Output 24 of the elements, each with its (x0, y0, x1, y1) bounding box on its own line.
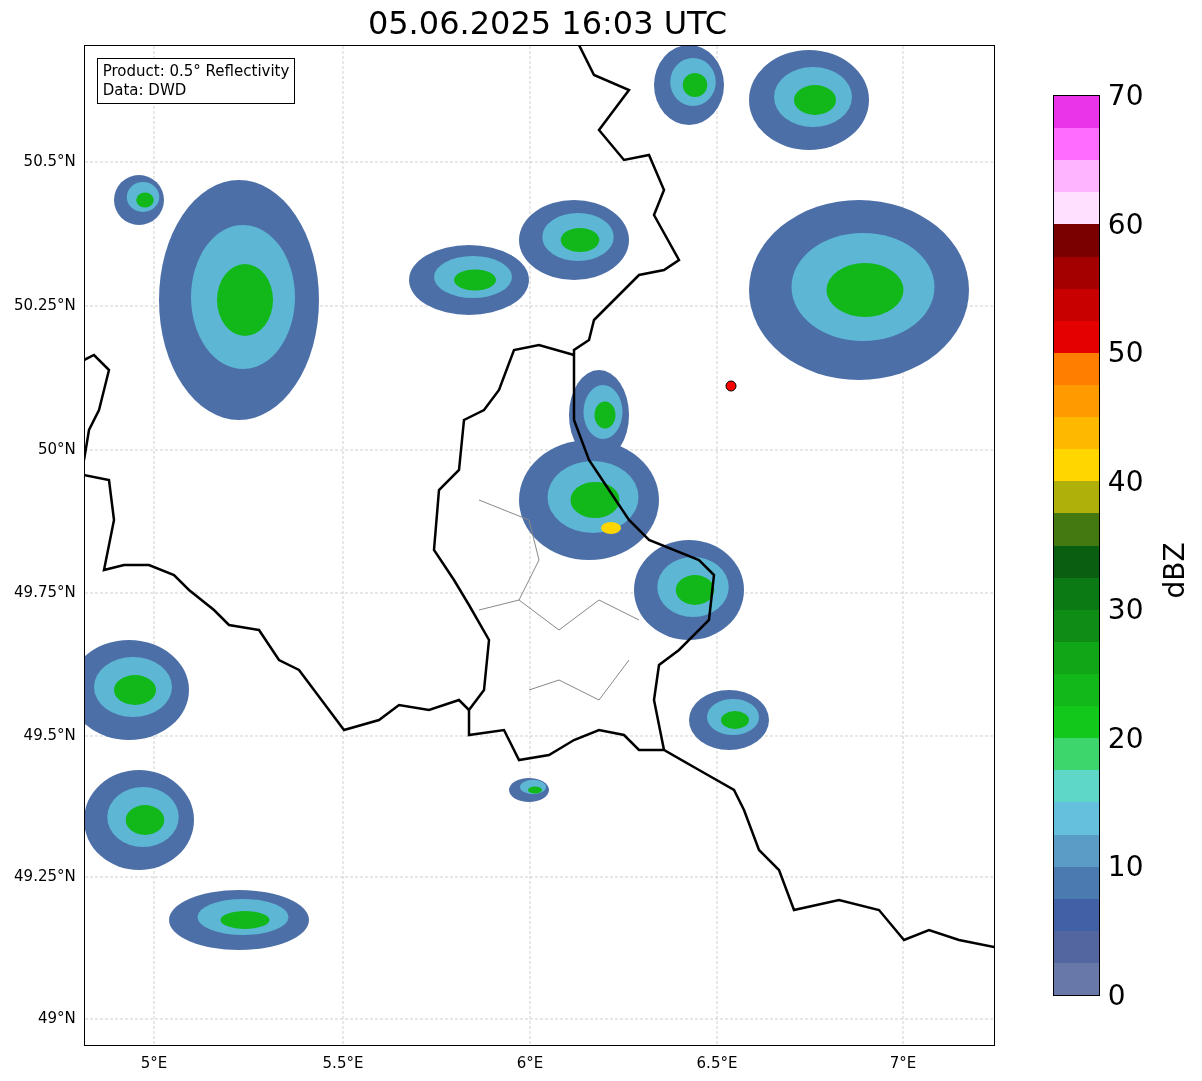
colorbar-tick-label: 50 (1107, 335, 1144, 369)
longitude-label: 6.5°E (696, 1054, 738, 1072)
latitude-label: 50°N (37, 440, 76, 458)
longitude-label: 5°E (140, 1054, 168, 1072)
colorbar-tick-label: 70 (1107, 78, 1144, 112)
info-text: Product: 0.5° Reflectivity (102, 62, 290, 81)
colorbar-label: dBZ (1157, 542, 1191, 599)
latitude-label: 49°N (37, 1009, 76, 1027)
latitude-label: 49.75°N (14, 583, 76, 601)
colorbar-tick-label: 30 (1107, 592, 1144, 626)
colorbar-tick-label: 60 (1107, 207, 1144, 241)
longitude-label: 5.5°E (322, 1054, 364, 1072)
latitude-label: 49.25°N (14, 867, 76, 885)
colorbar-tick-label: 40 (1107, 464, 1144, 498)
longitude-label: 6°E (516, 1054, 544, 1072)
colorbar-tick-label: 20 (1107, 721, 1144, 755)
colorbar-tick-label: 10 (1107, 849, 1144, 883)
latitude-label: 50.5°N (23, 152, 76, 170)
longitude-label: 7°E (889, 1054, 917, 1072)
colorbar-tick-label: 0 (1107, 978, 1126, 1012)
latitude-label: 50.25°N (14, 296, 76, 314)
latitude-label: 49.5°N (23, 726, 76, 744)
chart-title: 05.06.2025 16:03 UTC (367, 3, 728, 42)
info-text: Data: DWD (102, 81, 188, 100)
